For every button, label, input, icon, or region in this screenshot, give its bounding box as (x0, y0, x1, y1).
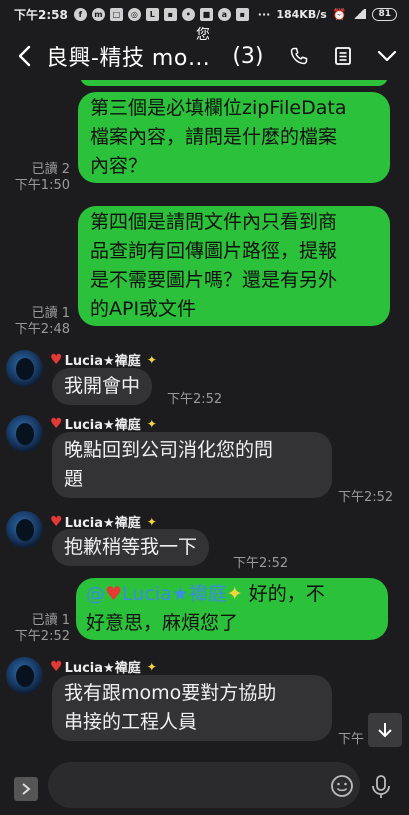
previous-bubble-tail (80, 80, 388, 86)
message-time: 下午2:48 (14, 322, 70, 337)
location-icon: • (181, 7, 195, 21)
sender-label: Lucia★禕庭 (64, 418, 141, 433)
message-input-bar (0, 752, 409, 815)
message-line: 品查詢有回傳圖片路徑，提報 (90, 240, 338, 262)
app2-icon: ■ (199, 7, 213, 21)
message-meta: 已讀 1 下午2:52 (15, 613, 70, 645)
message-time: 下午1:50 (14, 178, 70, 193)
sparkle-icon: ✦ (146, 352, 157, 367)
chevron-down-icon[interactable] (375, 44, 399, 68)
app3-icon: ▪ (235, 7, 249, 21)
message-bubble-outgoing[interactable]: 第四個是請問文件內只看到商 品查詢有回傳圖片路徑，提報 是不需要圖片嗎？還是有另… (78, 206, 390, 326)
arrow-down-icon (378, 723, 392, 738)
alarm-icon: ⏰ (332, 7, 347, 21)
sender-label: Lucia★禕庭 (64, 354, 141, 369)
sparkle-icon: ✦ (146, 659, 157, 674)
message-line: 內容？ (90, 155, 148, 177)
message-bubble-outgoing[interactable]: 第三個是必填欄位zipFileData 檔案內容，請問是什麼的檔案 內容？ (78, 92, 390, 183)
sparkle-icon: ✦ (146, 514, 157, 529)
message-line: 晚點回到公司消化您的問 (64, 439, 274, 461)
message-bubble-incoming[interactable]: 我開會中 (52, 368, 153, 405)
heart-icon: ♥ (50, 658, 63, 675)
message-bubble-outgoing[interactable]: @♥Lucia★禕庭✦ 好的，不 好意思，麻煩您了 (76, 578, 388, 640)
member-count[interactable]: (3) (232, 44, 263, 69)
scroll-to-bottom-button[interactable] (368, 713, 402, 747)
message-line: 我有跟momo要對方協助 (64, 682, 277, 704)
message-text: 好的，不 (242, 583, 325, 605)
message-meta: 已讀 1 下午2:48 (15, 306, 70, 338)
sender-label: Lucia★禕庭 (64, 661, 141, 676)
signal-icon (352, 9, 367, 19)
notification-icons: f m □ ◎ L ▪ • ■ a ▪ (73, 7, 249, 21)
message-line: @♥Lucia★禕庭✦ 好的，不 (86, 580, 378, 609)
read-receipt: 已讀 1 (31, 613, 70, 628)
message-bubble-incoming[interactable]: 我有跟momo要對方協助 串接的工程人員 (52, 675, 332, 741)
message-line: 抱歉稍等我一下 (64, 536, 198, 558)
chat-title[interactable]: 良興-精技 mo… (46, 40, 210, 72)
mention-name: Lucia★禕庭 (122, 583, 227, 605)
message-bubble-incoming[interactable]: 晚點回到公司消化您的問 題 (52, 432, 332, 498)
avatar[interactable] (6, 350, 43, 387)
heart-icon: ♥ (50, 351, 63, 368)
message-meta: 已讀 2 下午1:50 (15, 162, 70, 194)
image-icon: ▪ (163, 7, 177, 21)
chevron-right-icon (22, 783, 31, 795)
mention-tag[interactable]: @♥Lucia★禕庭✦ (86, 583, 243, 605)
android-icon: a (217, 7, 231, 21)
message-line: 是不需要圖片嗎？還是有另外 (90, 269, 338, 291)
microphone-button[interactable] (370, 774, 392, 800)
read-receipt: 已讀 2 (31, 162, 70, 177)
chat-header: 良興-精技 mo… (3) (0, 32, 409, 80)
message-line: 的API或文件 (90, 298, 197, 320)
sparkle-icon: ✦ (146, 416, 157, 431)
sender-name: ♥ Lucia★禕庭 ✦ (50, 350, 157, 370)
message-line: 檔案內容，請問是什麼的檔案 (90, 126, 338, 148)
sparkle-icon: ✦ (226, 583, 243, 605)
avatar[interactable] (6, 657, 43, 694)
message-time: 下午2:52 (167, 392, 223, 407)
message-time: 下午2:52 (233, 556, 289, 571)
heart-icon: ♥ (50, 415, 63, 432)
sender-name: ♥ Lucia★禕庭 ✦ (50, 414, 157, 434)
phone-icon[interactable] (287, 44, 311, 68)
avatar[interactable] (6, 415, 43, 452)
message-time: 下午2:52 (338, 490, 394, 505)
message-time: 下午 (338, 732, 365, 746)
message-time: 下午2:52 (14, 629, 70, 644)
avatar[interactable] (6, 511, 43, 548)
message-line: 題 (64, 468, 84, 490)
back-icon[interactable] (10, 36, 38, 76)
message-line: 好意思，麻煩您了 (86, 612, 239, 634)
heart-icon: ♥ (105, 583, 123, 605)
expand-menu-button[interactable] (14, 777, 38, 801)
network-speed: 184KB/s (276, 7, 327, 21)
message-line: 第四個是請問文件內只看到商 (90, 211, 338, 233)
sender-name: ♥ Lucia★禕庭 ✦ (50, 657, 157, 677)
line-icon: L (145, 7, 159, 21)
read-receipt: 已讀 1 (31, 306, 70, 321)
microphone-icon (372, 775, 390, 798)
emoji-button[interactable] (330, 774, 354, 798)
heart-icon: ♥ (50, 513, 63, 530)
app-icon: □ (109, 7, 123, 21)
status-time: 下午2:58 (14, 7, 68, 22)
battery-indicator: 81 (372, 7, 397, 21)
message-input[interactable] (48, 762, 360, 808)
more-notifications-icon: ··· (257, 7, 271, 21)
notes-icon[interactable] (331, 44, 355, 68)
smiley-icon (331, 775, 353, 797)
message-line: 串接的工程人員 (64, 711, 198, 733)
facebook-icon: f (73, 7, 87, 21)
chrome-icon: ◎ (127, 7, 141, 21)
message-line: 我開會中 (64, 375, 141, 397)
message-bubble-incoming[interactable]: 抱歉稍等我一下 (52, 529, 210, 566)
message-line: 第三個是必填欄位zipFileData (90, 97, 347, 119)
messenger-icon: m (91, 7, 105, 21)
chat-area[interactable]: 已讀 2 下午1:50 第三個是必填欄位zipFileData 檔案內容，請問是… (0, 80, 409, 746)
